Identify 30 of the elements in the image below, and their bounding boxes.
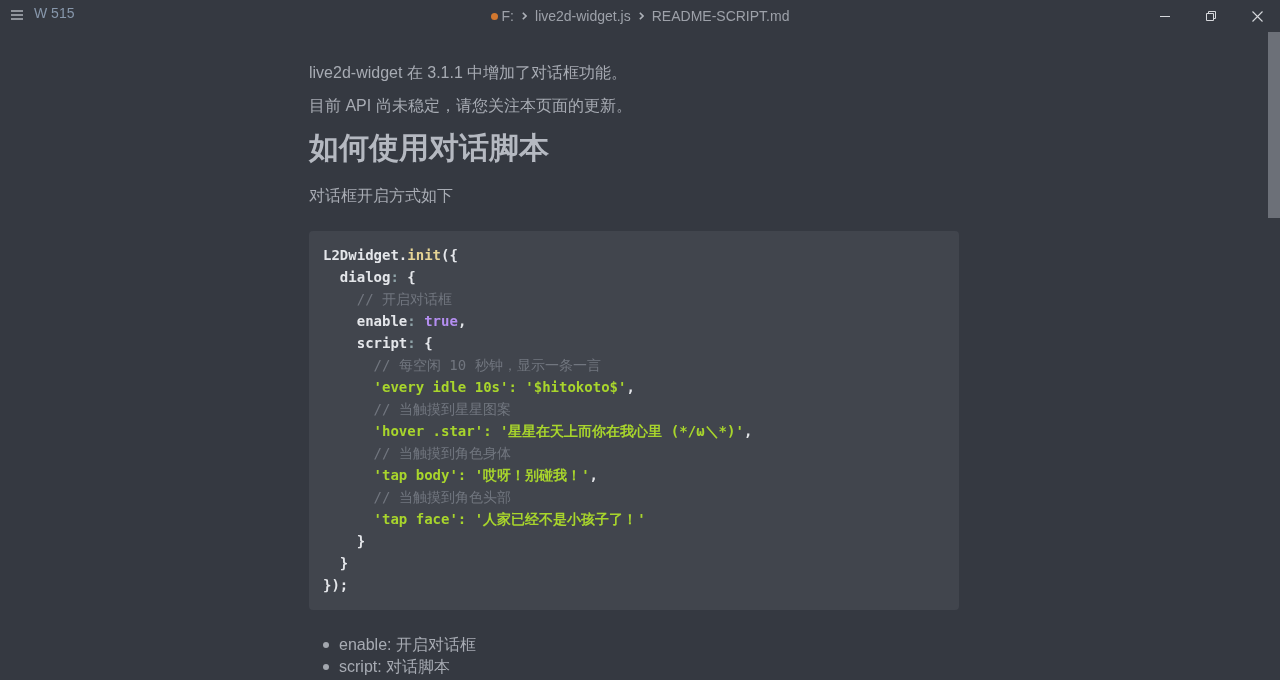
breadcrumb-item[interactable]: F: [501, 8, 514, 24]
menu-icon [11, 10, 23, 20]
bullet-icon [323, 664, 329, 670]
heading: 如何使用对话脚本 [309, 130, 550, 166]
code-line: L2Dwidget.init({ [323, 247, 458, 263]
code-line: enable: true, [356, 313, 467, 329]
code-line: 'tap face': '人家已经不是小孩子了！' [373, 511, 646, 527]
restore-icon [1206, 11, 1216, 21]
code-line: script: { [356, 335, 433, 351]
code-line: 'tap body': '哎呀！别碰我！', [373, 467, 599, 483]
code-line: } [356, 533, 366, 549]
paragraph: 对话框开启方式如下 [309, 186, 454, 206]
chevron-icon [522, 12, 527, 20]
minimize-icon [1160, 15, 1170, 17]
paragraph: 目前 API 尚未稳定，请您关注本页面的更新。 [309, 96, 633, 116]
code-line: 'every idle 10s': '$hitokoto$', [373, 379, 635, 395]
list-item: script: 对话脚本 [339, 657, 451, 677]
scrollbar-thumb[interactable] [1268, 32, 1280, 218]
breadcrumb-item[interactable]: live2d-widget.js [535, 8, 631, 24]
code-line: dialog: { [339, 269, 416, 285]
chevron-icon [638, 12, 644, 20]
paragraph: live2d-widget 在 3.1.1 中增加了对话框功能。 [309, 63, 629, 83]
bullet-icon [323, 642, 329, 648]
word-count: W 515 [34, 4, 75, 22]
code-line: 'hover .star': '星星在天上而你在我心里 (*/ω＼*)', [373, 423, 753, 439]
list-item: enable: 开启对话框 [339, 635, 476, 655]
code-line: } [339, 555, 349, 571]
close-icon [1251, 10, 1263, 22]
breadcrumb-item[interactable]: README-SCRIPT.md [651, 8, 790, 24]
code-line: }); [323, 577, 349, 593]
